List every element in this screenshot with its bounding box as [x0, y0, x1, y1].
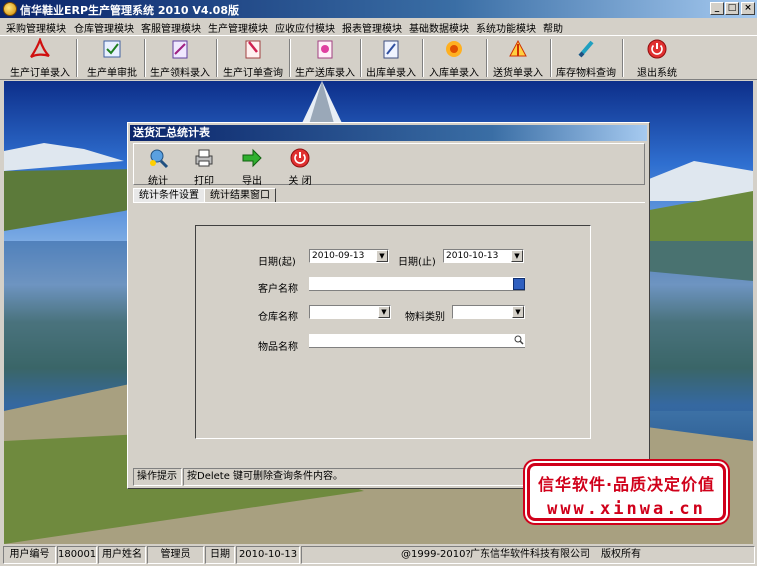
window-title: 信华鞋业ERP生产管理系统 2010 V4.08版	[20, 4, 239, 17]
dropdown-arrow-icon[interactable]: ▼	[376, 250, 388, 262]
date-label: 日期	[205, 546, 235, 564]
menu-service[interactable]: 客服管理模块	[141, 20, 201, 35]
power-icon	[290, 148, 310, 168]
production-approval-button[interactable]: 生产单审批	[82, 38, 142, 79]
production-order-entry-button[interactable]: 生产订单录入	[8, 38, 72, 79]
search-icon	[514, 335, 524, 345]
copyright-panel: @1999-2010? 广东信华软件科技有限公司 版权所有	[301, 546, 755, 564]
child-window-title: 送货汇总统计表	[130, 125, 647, 141]
warehouse-select[interactable]: ▼	[309, 305, 391, 319]
banner-slogan: 信华软件·品质决定价值	[537, 475, 716, 494]
store-icon	[317, 40, 333, 59]
customer-lookup-icon[interactable]	[513, 278, 525, 290]
copyright-text: @1999-2010?	[401, 549, 471, 560]
toolbar-separator	[216, 39, 218, 77]
stock-query-button[interactable]: 库存物料查询	[554, 38, 618, 79]
inbound-entry-button[interactable]: 入库单录入	[426, 38, 482, 79]
production-to-store-button[interactable]: 生产送库录入	[293, 38, 357, 79]
minimize-button[interactable]: _	[710, 2, 724, 15]
outbound-entry-button[interactable]: 出库单录入	[364, 38, 418, 79]
print-button[interactable]: 打印	[184, 147, 224, 187]
toolbar-separator	[289, 39, 291, 77]
hint-label: 操作提示	[133, 468, 182, 486]
title-bar: 信华鞋业ERP生产管理系统 2010 V4.08版 _ □ ×	[0, 0, 757, 18]
material-icon	[172, 40, 188, 59]
pdf-icon	[30, 38, 50, 58]
material-type-select[interactable]: ▼	[452, 305, 525, 319]
exit-icon	[647, 39, 667, 59]
tab-criteria[interactable]: 统计条件设置	[133, 188, 205, 203]
export-arrow-icon	[242, 148, 262, 168]
menu-purchase[interactable]: 采购管理模块	[6, 20, 66, 35]
close-button[interactable]: ×	[741, 2, 755, 15]
toolbar-separator	[76, 39, 78, 77]
date-value: 2010-10-13	[236, 546, 300, 564]
warehouse-label: 仓库名称	[258, 312, 298, 323]
status-bar: 用户编号 180001 用户姓名 管理员 日期 2010-10-13 @1999…	[0, 545, 757, 566]
menu-help[interactable]: 帮助	[543, 20, 563, 35]
user-id-label: 用户编号	[3, 546, 56, 564]
toolbar-separator	[550, 39, 552, 77]
production-order-query-button[interactable]: 生产订单查询	[220, 38, 286, 79]
close-window-button[interactable]: 关 闭	[280, 147, 320, 187]
delivery-entry-button[interactable]: 送货单录入	[490, 38, 546, 79]
customer-input[interactable]	[309, 277, 525, 291]
menu-system[interactable]: 系统功能模块	[476, 20, 536, 35]
stats-icon	[150, 149, 169, 169]
rights-text: 版权所有	[601, 549, 641, 560]
item-input[interactable]	[309, 334, 525, 348]
menu-reports[interactable]: 报表管理模块	[342, 20, 402, 35]
tab-results[interactable]: 统计结果窗口	[204, 188, 276, 203]
delivery-icon	[509, 39, 527, 57]
menu-finance[interactable]: 应收应付模块	[275, 20, 335, 35]
toolbar-separator	[144, 39, 146, 77]
approve-icon	[103, 40, 121, 58]
menu-basic-data[interactable]: 基础数据模块	[409, 20, 469, 35]
inbound-icon	[446, 41, 462, 57]
date-from-picker[interactable]: 2010-09-13 ▼	[309, 249, 389, 263]
order-query-icon	[245, 40, 261, 59]
menu-bar: 采购管理模块 仓库管理模块 客服管理模块 生产管理模块 应收应付模块 报表管理模…	[0, 18, 757, 35]
toolbar-separator	[360, 39, 362, 77]
brand-banner: 信华软件·品质决定价值 www.xinwa.cn	[527, 463, 726, 521]
toolbar-separator	[622, 39, 624, 77]
date-to-label: 日期(止)	[398, 257, 436, 268]
criteria-group-box: 日期(起) 2010-09-13 ▼ 日期(止) 2010-10-13 ▼ 客户…	[195, 225, 591, 439]
maximize-button[interactable]: □	[725, 2, 739, 15]
menu-warehouse[interactable]: 仓库管理模块	[74, 20, 134, 35]
dropdown-arrow-icon[interactable]: ▼	[378, 306, 390, 318]
user-id-value: 180001	[57, 546, 97, 564]
child-toolbar: 统计 打印 导出 关 闭	[133, 143, 645, 187]
date-to-picker[interactable]: 2010-10-13 ▼	[443, 249, 524, 263]
material-requisition-button[interactable]: 生产领料录入	[148, 38, 212, 79]
company-name: 广东信华软件科技有限公司	[470, 549, 590, 560]
date-from-label: 日期(起)	[258, 257, 296, 268]
dropdown-arrow-icon[interactable]: ▼	[511, 250, 523, 262]
item-label: 物品名称	[258, 342, 298, 353]
main-toolbar: 生产订单录入 生产单审批 生产领料录入 生产订单查询 生产送库录入 出库单录入 …	[0, 35, 757, 80]
magnifier-icon[interactable]	[513, 335, 525, 347]
user-name-label: 用户姓名	[98, 546, 146, 564]
stats-button[interactable]: 统计	[138, 147, 178, 187]
criteria-tab-panel: 日期(起) 2010-09-13 ▼ 日期(止) 2010-10-13 ▼ 客户…	[133, 202, 645, 464]
banner-website: www.xinwa.cn	[547, 499, 706, 519]
toolbar-separator	[422, 39, 424, 77]
material-type-label: 物料类别	[405, 312, 445, 323]
app-logo-icon	[3, 2, 17, 16]
printer-icon	[195, 149, 213, 167]
exit-system-button[interactable]: 退出系统	[632, 38, 682, 79]
dropdown-arrow-icon[interactable]: ▼	[512, 306, 524, 318]
toolbar-separator	[486, 39, 488, 77]
user-name-value: 管理员	[147, 546, 204, 564]
outbound-icon	[383, 40, 399, 59]
export-button[interactable]: 导出	[232, 147, 272, 187]
stock-icon	[578, 40, 594, 58]
delivery-summary-window: 送货汇总统计表 统计 打印 导出 关 闭 统计条件设置 统计结果窗口 日期(起)…	[127, 122, 650, 489]
menu-production[interactable]: 生产管理模块	[208, 20, 268, 35]
customer-label: 客户名称	[258, 284, 298, 295]
